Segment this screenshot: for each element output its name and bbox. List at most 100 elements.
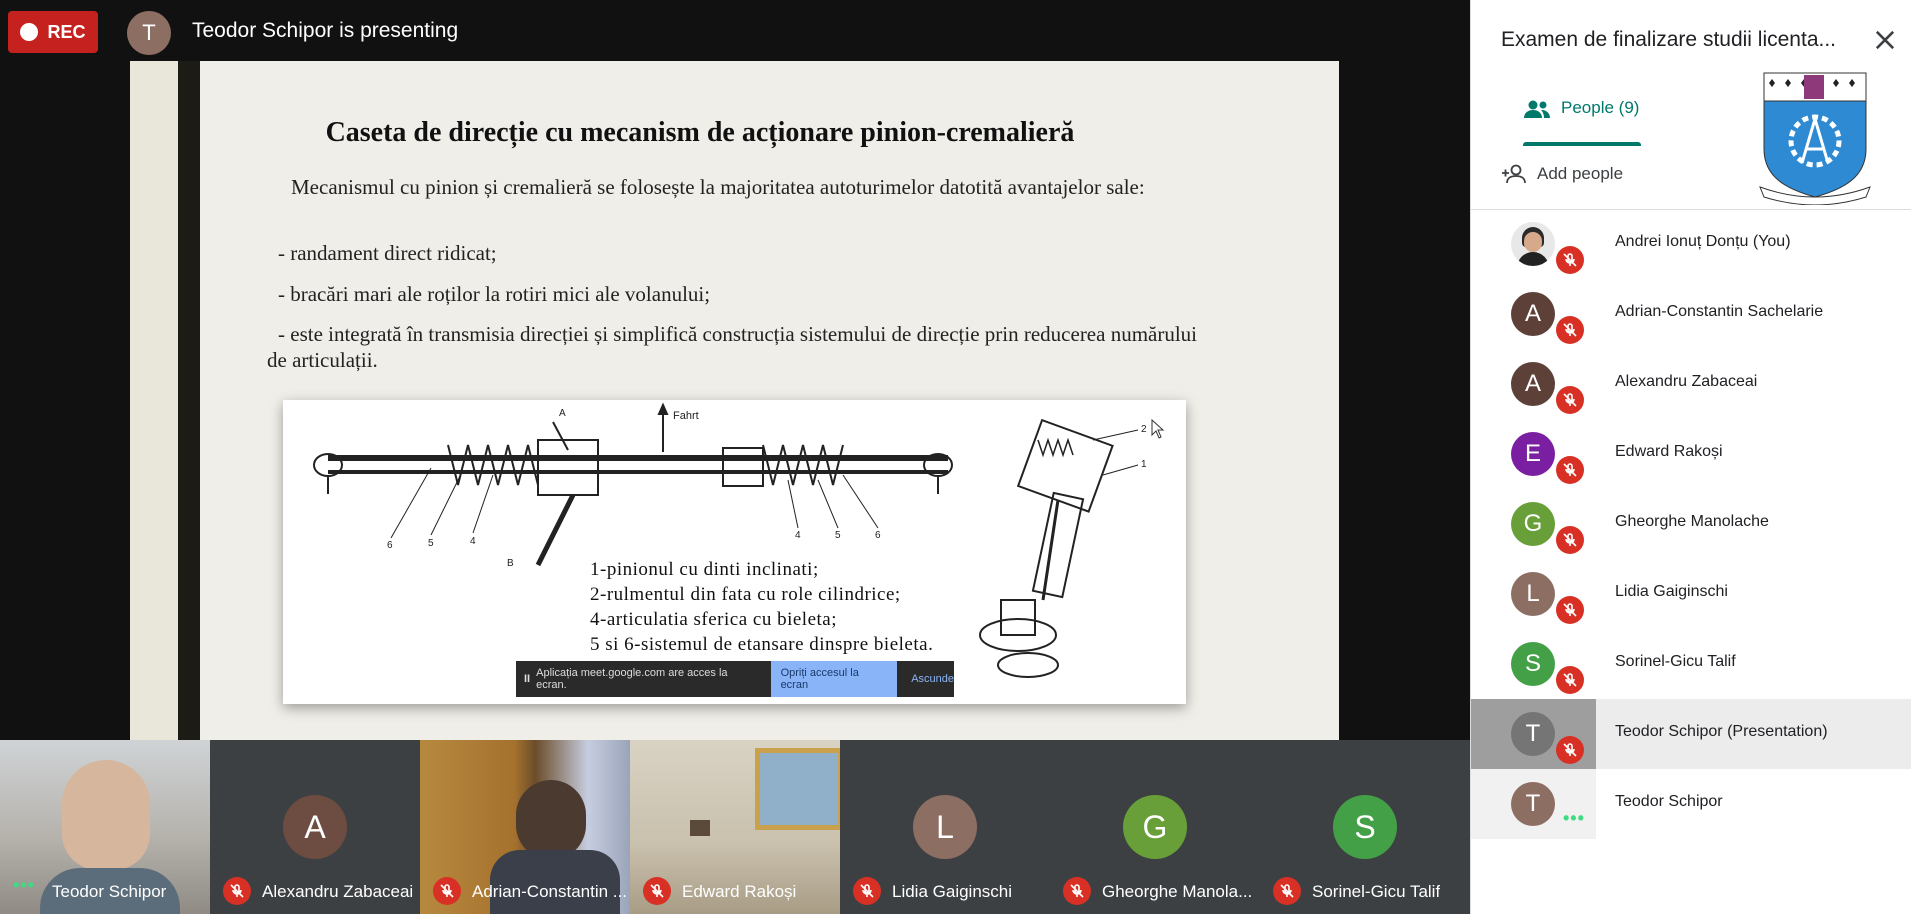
meeting-title: Examen de finalizare studii licenta... [1501,28,1837,51]
participant-avatar: G [1123,795,1187,859]
participant-tile[interactable]: Adrian-Constantin ... [420,740,630,914]
part-number: 6 [875,530,881,541]
participant-row[interactable]: T Teodor Schipor (Presentation) [1471,699,1911,769]
participant-avatar: A [1511,362,1555,406]
presentation-stage: REC T Teodor Schipor is presenting Caset… [0,0,1470,914]
mic-off-icon [1273,877,1301,905]
participant-name: Andrei Ionuț Donțu (You) [1615,233,1791,250]
part-number: 4 [470,536,476,547]
people-icon [1524,100,1550,118]
mic-off-icon [223,877,251,905]
speaking-indicator-icon: ••• [13,875,35,895]
add-person-icon [1502,164,1526,184]
university-crest-logo [1759,72,1871,205]
participant-filmstrip: ••• Teodor Schipor A Alexandru Zabaceai … [0,740,1470,914]
steering-rack-figure: Fahrt 6 5 4 4 5 6 2 1 A B 1-pinionul cu … [283,400,1186,704]
presenter-avatar: T [127,11,171,55]
stop-sharing-button[interactable]: Opriți accesul la ecran [770,661,898,697]
figure-legend-line: 5 si 6-sistemul de etansare dinspre biel… [590,634,934,655]
steering-rack-drawing [313,402,1139,678]
recording-badge: REC [8,11,98,53]
add-people-button[interactable]: Add people [1501,163,1623,185]
slide-margin [130,61,178,741]
slide-bullet: - randament direct ridicat; [278,241,497,265]
figure-legend-line: 1-pinionul cu dinti inclinati; [590,559,819,580]
participant-name: Sorinel-Gicu Talif [1312,882,1441,901]
slide-intro: Mecanismul cu pinion și cremalieră se fo… [291,175,1145,199]
participant-row[interactable]: A Adrian-Constantin Sachelarie [1471,279,1911,349]
video-feed [516,780,586,860]
mic-off-icon [1556,526,1584,554]
part-number: 4 [795,530,801,541]
participant-tile[interactable]: Edward Rakoși [630,740,840,914]
arrow-label: Fahrt [673,410,699,422]
mic-off-icon [1063,877,1091,905]
participant-name: Gheorghe Manola... [1102,882,1253,901]
mic-off-icon [1556,316,1584,344]
part-number: 5 [428,538,434,549]
participant-name: Lidia Gaiginschi [1615,583,1728,600]
tab-underline [1523,142,1641,146]
mic-off-icon [643,877,671,905]
participant-name: Edward Rakoși [682,882,797,901]
screen-share-notification: II Aplicația meet.google.com are acces l… [516,661,954,697]
participant-row[interactable]: Andrei Ionuț Donțu (You) [1471,209,1911,279]
participant-name: Adrian-Constantin Sachelarie [1615,303,1824,320]
participant-name: Teodor Schipor [52,882,167,901]
participant-tile[interactable]: A Alexandru Zabaceai [210,740,420,914]
participant-name: Lidia Gaiginschi [892,882,1013,901]
close-icon[interactable] [1871,26,1899,54]
part-number: B [507,558,514,569]
tab-people[interactable]: People (9) [1523,98,1643,146]
mic-off-icon [1556,386,1584,414]
slide-border-bar [178,61,200,741]
tab-people-label: People (9) [1561,98,1640,117]
participant-name: Alexandru Zabaceai [1615,373,1758,390]
participant-avatar: L [913,795,977,859]
share-message: Aplicația meet.google.com are acces la e… [536,667,728,691]
participant-tile[interactable]: S Sorinel-Gicu Talif [1260,740,1470,914]
participant-tile[interactable]: ••• Teodor Schipor [0,740,210,914]
participant-row[interactable]: T ••• Teodor Schipor [1471,769,1911,839]
part-number: 5 [835,530,841,541]
participant-row[interactable]: A Alexandru Zabaceai [1471,349,1911,419]
participant-name: Alexandru Zabaceai [262,882,414,901]
wall-object [690,820,710,836]
slide-bullet: - este integrată în transmisia direcției… [267,322,1198,372]
figure-legend-line: 4-articulatia sferica cu bieleta; [590,609,838,630]
participant-avatar: S [1333,795,1397,859]
participant-row[interactable]: L Lidia Gaiginschi [1471,559,1911,629]
participant-name: Gheorghe Manolache [1615,513,1769,530]
participant-avatar: S [1511,642,1555,686]
participant-avatar: T [1511,712,1555,756]
participant-avatar: L [1511,572,1555,616]
figure-legend-line: 2-rulmentul din fata cu role cilindrice; [590,584,901,605]
participant-avatar: A [283,795,347,859]
part-number: 6 [387,540,393,551]
slide-bullet: - bracări mari ale roților la rotiri mic… [278,282,711,306]
participant-name: Edward Rakoși [1615,443,1723,460]
mouse-cursor-icon [1151,419,1165,439]
participant-tile[interactable]: L Lidia Gaiginschi [840,740,1050,914]
participant-avatar: A [1511,292,1555,336]
mic-off-icon [1556,456,1584,484]
participant-row[interactable]: S Sorinel-Gicu Talif [1471,629,1911,699]
participant-row[interactable]: G Gheorghe Manolache [1471,489,1911,559]
part-number: A [559,408,566,419]
speaking-indicator-icon: ••• [1563,808,1585,828]
part-number: 2 [1141,424,1147,435]
slide-title: Caseta de direcție cu mecanism de acțion… [325,117,1075,148]
participant-avatar: E [1511,432,1555,476]
participant-tile[interactable]: G Gheorghe Manola... [1050,740,1260,914]
hide-button[interactable]: Ascunde [911,673,954,685]
add-people-label: Add people [1537,164,1624,183]
participant-avatar: G [1511,502,1555,546]
video-feed [62,760,150,870]
people-panel: Examen de finalizare studii licenta... P… [1470,0,1911,914]
record-dot-icon [20,23,39,41]
part-number: 1 [1141,459,1147,470]
participant-row[interactable]: E Edward Rakoși [1471,419,1911,489]
mic-off-icon [1556,666,1584,694]
rec-label: REC [47,21,86,42]
participant-avatar [1511,222,1555,266]
